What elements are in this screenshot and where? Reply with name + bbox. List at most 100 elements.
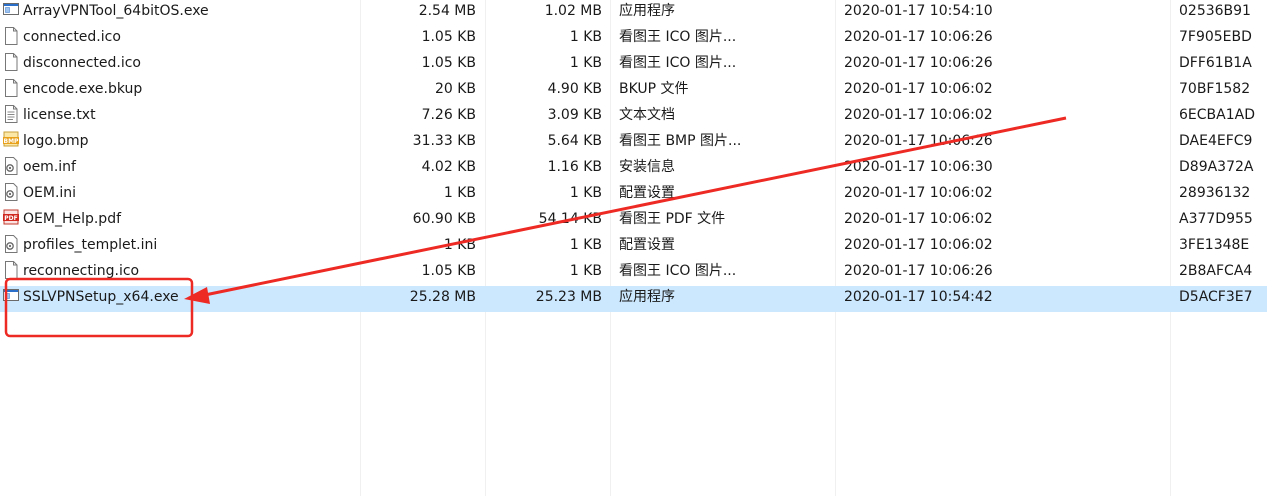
crc-checksum: 28936132	[1179, 185, 1251, 201]
modified-date: 2020-01-17 10:06:02	[844, 185, 993, 201]
file-type: 安装信息	[619, 159, 675, 175]
file-type: 应用程序	[619, 3, 675, 19]
modified-date: 2020-01-17 10:06:30	[844, 159, 993, 175]
packed-size: 1 KB	[569, 263, 602, 279]
file-row[interactable]: BMP logo.bmp 31.33 KB 5.64 KB 看图王 BMP 图片... 2…	[0, 130, 1267, 156]
packed-size: 3.09 KB	[547, 107, 602, 123]
file-row[interactable]: disconnected.ico 1.05 KB 1 KB 看图王 ICO 图片...…	[0, 52, 1267, 78]
file-size: 1 KB	[443, 237, 476, 253]
file-name-cell[interactable]: PDF OEM_Help.pdf	[3, 208, 358, 234]
file-type: BKUP 文件	[619, 81, 689, 97]
file-name-cell[interactable]: connected.ico	[3, 26, 358, 52]
modified-date: 2020-01-17 10:06:26	[844, 29, 993, 45]
file-row[interactable]: connected.ico 1.05 KB 1 KB 看图王 ICO 图片... 202…	[0, 26, 1267, 52]
blank-file-icon	[3, 53, 19, 71]
bmp-file-icon: BMP	[3, 131, 19, 149]
crc-checksum: D89A372A	[1179, 159, 1254, 175]
exe-window-icon	[3, 1, 19, 19]
settings-file-icon	[3, 157, 19, 175]
file-name-cell[interactable]: encode.exe.bkup	[3, 78, 358, 104]
file-size: 4.02 KB	[421, 159, 476, 175]
file-type: 看图王 ICO 图片...	[619, 29, 737, 45]
crc-checksum: 2B8AFCA4	[1179, 263, 1253, 279]
crc-checksum: DAE4EFC9	[1179, 133, 1253, 149]
modified-date: 2020-01-17 10:06:02	[844, 237, 993, 253]
file-type: 应用程序	[619, 289, 675, 305]
modified-date: 2020-01-17 10:06:02	[844, 81, 993, 97]
text-file-icon	[3, 105, 19, 123]
crc-checksum: 70BF1582	[1179, 81, 1251, 97]
file-type: 文本文档	[619, 107, 675, 123]
file-name: license.txt	[23, 107, 96, 123]
file-row[interactable]: PDF OEM_Help.pdf 60.90 KB 54.14 KB 看图王 PDF 文…	[0, 208, 1267, 234]
file-size: 1.05 KB	[421, 29, 476, 45]
crc-checksum: 6ECBA1AD	[1179, 107, 1255, 123]
packed-size: 4.90 KB	[547, 81, 602, 97]
settings-file-icon	[3, 183, 19, 201]
packed-size: 25.23 MB	[535, 289, 602, 305]
modified-date: 2020-01-17 10:06:02	[844, 107, 993, 123]
file-name-cell[interactable]: reconnecting.ico	[3, 260, 358, 286]
modified-date: 2020-01-17 10:54:42	[844, 289, 993, 305]
file-name: reconnecting.ico	[23, 263, 140, 279]
file-size: 7.26 KB	[421, 107, 476, 123]
file-type: 看图王 PDF 文件	[619, 211, 726, 227]
file-name-cell[interactable]: OEM.ini	[3, 182, 358, 208]
modified-date: 2020-01-17 10:06:26	[844, 263, 993, 279]
file-type: 配置设置	[619, 185, 675, 201]
file-name-cell[interactable]: ArrayVPNTool_64bitOS.exe	[3, 0, 358, 26]
packed-size: 1.02 MB	[544, 3, 602, 19]
exe-window-icon	[3, 287, 19, 305]
crc-checksum: 7F905EBD	[1179, 29, 1252, 45]
file-name: connected.ico	[23, 29, 121, 45]
file-size: 31.33 KB	[412, 133, 476, 149]
file-name-cell[interactable]: SSLVPNSetup_x64.exe	[3, 286, 358, 312]
file-name: OEM_Help.pdf	[23, 211, 122, 227]
file-size: 1 KB	[443, 185, 476, 201]
file-type: 配置设置	[619, 237, 675, 253]
packed-size: 5.64 KB	[547, 133, 602, 149]
file-name-cell[interactable]: oem.inf	[3, 156, 358, 182]
crc-checksum: 02536B91	[1179, 3, 1251, 19]
file-row[interactable]: oem.inf 4.02 KB 1.16 KB 安装信息 2020-01-17 10:0…	[0, 156, 1267, 182]
pdf-file-icon: PDF	[3, 209, 19, 227]
packed-size: 1 KB	[569, 55, 602, 71]
file-name: encode.exe.bkup	[23, 81, 143, 97]
file-row[interactable]: OEM.ini 1 KB 1 KB 配置设置 2020-01-17 10:06:02 28…	[0, 182, 1267, 208]
blank-file-icon	[3, 261, 19, 279]
file-size: 1.05 KB	[421, 55, 476, 71]
file-name-cell[interactable]: disconnected.ico	[3, 52, 358, 78]
file-row[interactable]: profiles_templet.ini 1 KB 1 KB 配置设置 2020-01-…	[0, 234, 1267, 260]
file-name: disconnected.ico	[23, 55, 141, 71]
file-name-cell[interactable]: license.txt	[3, 104, 358, 130]
file-size: 2.54 MB	[418, 3, 476, 19]
modified-date: 2020-01-17 10:54:10	[844, 3, 993, 19]
file-size: 60.90 KB	[412, 211, 476, 227]
modified-date: 2020-01-17 10:06:26	[844, 55, 993, 71]
file-type: 看图王 ICO 图片...	[619, 263, 737, 279]
crc-checksum: 3FE1348E	[1179, 237, 1250, 253]
settings-file-icon	[3, 235, 19, 253]
file-name: OEM.ini	[23, 185, 77, 201]
file-row[interactable]: ArrayVPNTool_64bitOS.exe 2.54 MB 1.02 MB 应用…	[0, 0, 1267, 26]
packed-size: 1 KB	[569, 237, 602, 253]
file-name: profiles_templet.ini	[23, 237, 158, 253]
file-name-cell[interactable]: BMP logo.bmp	[3, 130, 358, 156]
file-size: 20 KB	[434, 81, 476, 97]
file-name: oem.inf	[23, 159, 76, 175]
modified-date: 2020-01-17 10:06:02	[844, 211, 993, 227]
file-list: ArrayVPNTool_64bitOS.exe 2.54 MB 1.02 MB 应用…	[0, 0, 1267, 312]
crc-checksum: D5ACF3E7	[1179, 289, 1253, 305]
packed-size: 1 KB	[569, 185, 602, 201]
file-name: ArrayVPNTool_64bitOS.exe	[23, 3, 209, 19]
file-size: 25.28 MB	[409, 289, 476, 305]
modified-date: 2020-01-17 10:06:26	[844, 133, 993, 149]
file-row[interactable]: reconnecting.ico 1.05 KB 1 KB 看图王 ICO 图片...…	[0, 260, 1267, 286]
file-row[interactable]: encode.exe.bkup 20 KB 4.90 KB BKUP 文件 2020-0…	[0, 78, 1267, 104]
packed-size: 1 KB	[569, 29, 602, 45]
crc-checksum: A377D955	[1179, 211, 1253, 227]
file-row[interactable]: license.txt 7.26 KB 3.09 KB 文本文档 2020-01-17 …	[0, 104, 1267, 130]
file-row[interactable]: SSLVPNSetup_x64.exe 25.28 MB 25.23 MB 应用程序 2…	[0, 286, 1267, 312]
file-name-cell[interactable]: profiles_templet.ini	[3, 234, 358, 260]
file-size: 1.05 KB	[421, 263, 476, 279]
